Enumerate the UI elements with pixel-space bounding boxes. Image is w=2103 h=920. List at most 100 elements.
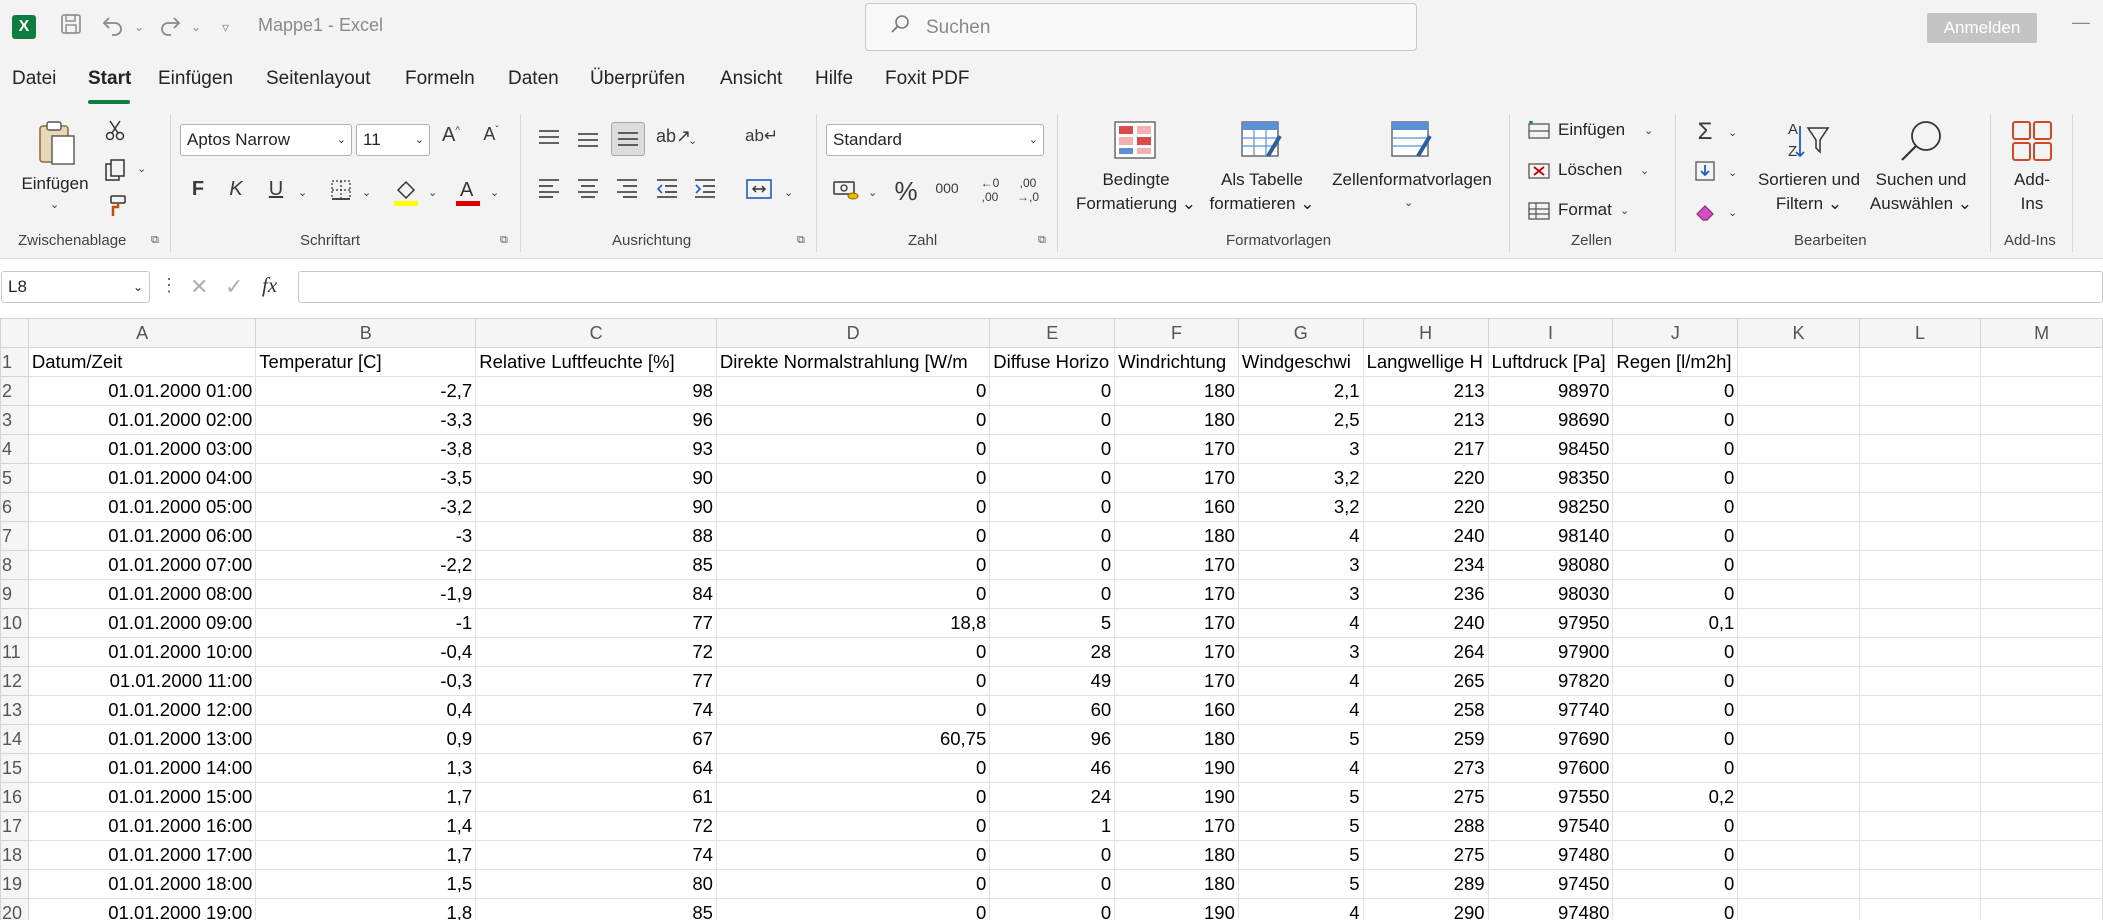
cell[interactable] xyxy=(1737,811,1860,841)
delete-cells-label[interactable]: Löschen xyxy=(1558,160,1622,180)
cell[interactable]: Luftdruck [Pa] xyxy=(1487,347,1614,377)
cell[interactable]: 180 xyxy=(1114,869,1239,899)
cell[interactable] xyxy=(1980,579,2103,609)
column-header[interactable]: H xyxy=(1362,318,1489,348)
font-launcher-icon[interactable]: ⧉ xyxy=(500,234,508,247)
cell[interactable]: 170 xyxy=(1114,579,1239,609)
cell[interactable]: 01.01.2000 14:00 xyxy=(27,753,257,783)
format-as-table-label[interactable]: Als Tabelle formatieren ⌄ xyxy=(1198,168,1326,216)
cell[interactable]: 0 xyxy=(1612,405,1739,435)
cell[interactable]: 0 xyxy=(1612,550,1739,580)
align-left-icon[interactable] xyxy=(536,178,562,204)
cell[interactable]: 98140 xyxy=(1487,521,1614,551)
undo-dropdown-icon[interactable]: ⌄ xyxy=(134,14,144,40)
cell[interactable]: 0 xyxy=(1612,434,1739,464)
cell[interactable]: -3,8 xyxy=(255,434,477,464)
row-header[interactable]: 8 xyxy=(0,550,29,580)
delete-cells-dropdown-icon[interactable]: ⌄ xyxy=(1640,164,1649,177)
row-header[interactable]: 15 xyxy=(0,753,29,783)
row-header[interactable]: 17 xyxy=(0,811,29,841)
cell[interactable]: 97740 xyxy=(1487,695,1614,725)
cell[interactable]: 0 xyxy=(715,695,991,725)
cell[interactable]: 0 xyxy=(715,405,991,435)
cell[interactable]: -3,2 xyxy=(255,492,477,522)
cell[interactable]: 0 xyxy=(715,376,991,406)
more-options-icon[interactable]: ⋮ xyxy=(160,275,178,296)
cell[interactable]: 5 xyxy=(1237,782,1364,812)
cell[interactable]: 0 xyxy=(989,869,1116,899)
cell[interactable]: 0 xyxy=(715,869,991,899)
autosum-dropdown-icon[interactable]: ⌄ xyxy=(1728,126,1737,139)
merge-dropdown-icon[interactable]: ⌄ xyxy=(784,186,793,199)
cell[interactable]: 5 xyxy=(1237,869,1364,899)
cell[interactable]: 3,2 xyxy=(1237,492,1364,522)
cell[interactable]: 170 xyxy=(1114,666,1239,696)
cut-icon[interactable] xyxy=(102,118,128,144)
cell[interactable] xyxy=(1980,695,2103,725)
cell[interactable]: 1,4 xyxy=(255,811,477,841)
column-header[interactable]: J xyxy=(1612,318,1739,348)
row-header[interactable]: 11 xyxy=(0,637,29,667)
percent-button[interactable]: % xyxy=(892,176,920,207)
cell[interactable]: 240 xyxy=(1362,521,1489,551)
cell[interactable]: 24 xyxy=(989,782,1116,812)
fill-color-dropdown-icon[interactable]: ⌄ xyxy=(428,186,437,199)
paste-label[interactable]: Einfügen xyxy=(20,172,90,196)
cell[interactable]: 0 xyxy=(715,521,991,551)
cell[interactable]: 01.01.2000 19:00 xyxy=(27,898,257,920)
cell[interactable] xyxy=(1737,405,1860,435)
cell[interactable]: 170 xyxy=(1114,550,1239,580)
currency-dropdown-icon[interactable]: ⌄ xyxy=(868,186,877,199)
cell[interactable]: 98970 xyxy=(1487,376,1614,406)
cell[interactable]: 0 xyxy=(1612,463,1739,493)
cell[interactable]: 0 xyxy=(989,840,1116,870)
fill-color-icon[interactable] xyxy=(392,176,420,208)
cell[interactable]: 3 xyxy=(1237,637,1364,667)
format-as-table-icon[interactable] xyxy=(1240,120,1284,160)
cell[interactable]: 01.01.2000 11:00 xyxy=(27,666,257,696)
column-header[interactable]: D xyxy=(715,318,991,348)
clipboard-launcher-icon[interactable]: ⧉ xyxy=(151,234,159,247)
cell[interactable] xyxy=(1980,666,2103,696)
cell[interactable]: 1,3 xyxy=(255,753,477,783)
cell-styles-icon[interactable] xyxy=(1390,120,1434,160)
cell[interactable]: 0 xyxy=(1612,898,1739,920)
cell[interactable]: Temperatur [C] xyxy=(255,347,477,377)
find-select-label[interactable]: Suchen und Auswählen ⌄ xyxy=(1862,168,1980,216)
clear-dropdown-icon[interactable]: ⌄ xyxy=(1728,206,1737,219)
cell[interactable] xyxy=(1737,376,1860,406)
cell[interactable]: 5 xyxy=(1237,811,1364,841)
cell[interactable]: 1 xyxy=(989,811,1116,841)
cell[interactable]: 4 xyxy=(1237,521,1364,551)
cell[interactable]: 0 xyxy=(715,753,991,783)
cell[interactable]: 0 xyxy=(1612,376,1739,406)
cell[interactable]: 217 xyxy=(1362,434,1489,464)
cell[interactable]: -0,3 xyxy=(255,666,477,696)
cell[interactable]: Windgeschwi xyxy=(1237,347,1364,377)
find-select-icon[interactable] xyxy=(1898,118,1946,164)
cell[interactable]: 0,9 xyxy=(255,724,477,754)
cell[interactable]: 01.01.2000 05:00 xyxy=(27,492,257,522)
cell[interactable]: 0 xyxy=(1612,724,1739,754)
cell[interactable]: 0 xyxy=(989,463,1116,493)
italic-button[interactable]: K xyxy=(224,178,248,201)
cell[interactable]: 01.01.2000 09:00 xyxy=(27,608,257,638)
cell[interactable]: 0 xyxy=(715,666,991,696)
cell[interactable]: 98080 xyxy=(1487,550,1614,580)
cell[interactable]: 01.01.2000 03:00 xyxy=(27,434,257,464)
column-header[interactable]: A xyxy=(27,318,257,348)
cell[interactable]: 220 xyxy=(1362,463,1489,493)
cell[interactable]: 97690 xyxy=(1487,724,1614,754)
cell[interactable]: -0,4 xyxy=(255,637,477,667)
cell[interactable]: 0 xyxy=(715,840,991,870)
cell[interactable] xyxy=(1980,463,2103,493)
increase-decimal-icon[interactable]: ←0,00 xyxy=(974,176,1006,204)
cell[interactable]: 46 xyxy=(989,753,1116,783)
cell[interactable]: 170 xyxy=(1114,608,1239,638)
cell[interactable] xyxy=(1980,550,2103,580)
column-header[interactable]: L xyxy=(1858,318,1982,348)
cell[interactable]: 97480 xyxy=(1487,840,1614,870)
cell[interactable]: 01.01.2000 06:00 xyxy=(27,521,257,551)
cell[interactable] xyxy=(1858,782,1982,812)
cell[interactable]: 97450 xyxy=(1487,869,1614,899)
